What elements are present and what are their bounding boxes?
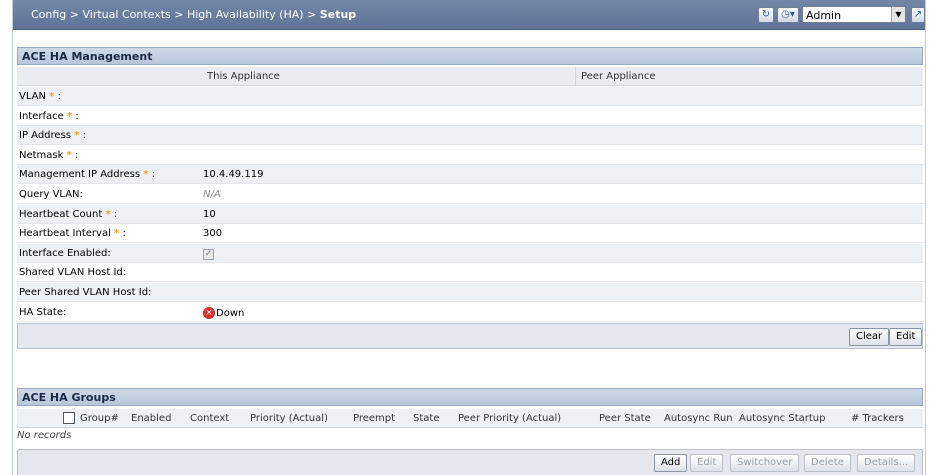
required-star: * [49, 91, 55, 102]
user-select-value: Admin [806, 9, 842, 22]
label-colon: : [75, 110, 79, 122]
label-colon: : [113, 208, 118, 220]
interface-enabled-checkbox: ✓ [203, 248, 214, 260]
ha-row-label-text: HA State: [19, 306, 67, 318]
ha-row: Heartbeat Count * : 10 [17, 204, 923, 224]
ha-row: Interface Enabled: ✓ [17, 243, 923, 263]
ha-state-value: × Down [203, 306, 245, 319]
col-state[interactable]: State [413, 413, 439, 424]
ha-row-label: IP Address * : [19, 130, 86, 141]
details-button[interactable]: Details... [857, 454, 916, 472]
required-star: * [74, 130, 80, 142]
ha-row: Interface * : [17, 107, 923, 126]
ha-state-text: Down [216, 307, 245, 319]
col-peer-appliance: Peer Appliance [581, 71, 656, 82]
ha-row-label-text: Interface Enabled: [19, 247, 111, 259]
label-colon: : [122, 228, 126, 240]
required-star: * [143, 169, 149, 181]
user-select[interactable]: Admin ▼ [802, 6, 906, 23]
ha-groups-grid-header: Group# Enabled Context Priority (Actual)… [17, 409, 923, 428]
ha-row-value: 300 [203, 228, 223, 240]
top-bar: Config > Virtual Contexts > High Availab… [13, 0, 925, 30]
ha-row-label: Query VLAN: [19, 189, 83, 200]
label-colon: : [151, 169, 156, 181]
add-button[interactable]: Add [654, 454, 688, 472]
edit-group-button[interactable]: Edit [690, 454, 724, 472]
delete-button[interactable]: Delete [804, 454, 851, 472]
col-enabled[interactable]: Enabled [131, 413, 171, 424]
breadcrumb-current: Setup [319, 8, 357, 21]
no-records-text: No records [17, 430, 72, 441]
ha-row-label: Shared VLAN Host Id: [19, 267, 126, 278]
ha-row: Management IP Address * : 10.4.49.119 [17, 165, 923, 185]
ha-groups-header: ACE HA Groups [17, 388, 923, 406]
ha-row-label-text: IP Address [19, 130, 71, 142]
ha-row-value: 10.4.49.119 [203, 169, 264, 181]
col-autosync-run[interactable]: Autosync Run [664, 413, 733, 424]
ha-row-label-text: Netmask [19, 149, 64, 161]
refresh-icon[interactable]: ↻ [758, 7, 774, 23]
ha-row-label: Interface * : [19, 111, 79, 122]
col-group[interactable]: Group# [80, 413, 119, 424]
ha-row-label-text: Management IP Address [19, 169, 141, 181]
required-star: * [66, 110, 73, 122]
clock-icon[interactable]: ◷▾ [777, 7, 799, 23]
ha-management-header: ACE HA Management [17, 47, 923, 65]
ha-row-value: 10 [203, 208, 216, 220]
ha-row-label-text: Heartbeat Interval [19, 228, 111, 240]
error-x-icon: × [203, 306, 215, 319]
breadcrumb: Config > Virtual Contexts > High Availab… [31, 8, 356, 21]
label-colon: : [82, 130, 86, 142]
ha-row-label: Netmask * : [19, 150, 78, 161]
ha-row-label-text: Query VLAN: [19, 189, 83, 200]
ha-row-label: Heartbeat Count * : [19, 209, 117, 220]
ha-row-label-text: Shared VLAN Host Id: [19, 267, 127, 279]
edit-button[interactable]: Edit [889, 328, 923, 346]
ha-row: HA State: × Down [17, 303, 923, 322]
ha-row-label-text: VLAN [19, 91, 46, 102]
ha-row-label: Management IP Address * : [19, 169, 155, 180]
label-colon: : [75, 149, 79, 161]
ha-row: Query VLAN: N/A [17, 185, 923, 204]
ha-row: IP Address * : [17, 126, 923, 146]
chevron-down-icon[interactable]: ▼ [891, 7, 905, 22]
checkbox-checked-icon: ✓ [203, 248, 214, 260]
label-colon: : [57, 91, 61, 102]
ha-row: Shared VLAN Host Id: [17, 263, 923, 283]
col-priority[interactable]: Priority (Actual) [250, 413, 328, 424]
ha-row: Netmask * : [17, 146, 923, 165]
col-autosync-startup[interactable]: Autosync Startup [739, 413, 825, 424]
ha-groups-button-bar: Add Edit Switchover Delete Details... [17, 449, 923, 475]
ha-row-label: Interface Enabled: [19, 248, 111, 259]
column-divider [575, 67, 576, 86]
breadcrumb-path: Config > Virtual Contexts > High Availab… [31, 8, 317, 21]
ha-row-label-text: Heartbeat Count [19, 208, 103, 220]
ha-row-label-text: Peer Shared VLAN Host Id: [19, 287, 152, 298]
ha-management-column-header: This Appliance Peer Appliance [17, 67, 923, 86]
col-this-appliance: This Appliance [207, 71, 280, 82]
col-context[interactable]: Context [190, 413, 229, 424]
required-star: * [66, 149, 72, 161]
ha-row: Peer Shared VLAN Host Id: [17, 283, 923, 302]
clear-button[interactable]: Clear [849, 328, 890, 346]
required-star: * [114, 228, 120, 240]
ha-row-label: HA State: [19, 307, 66, 318]
ha-row-label: Heartbeat Interval * : [19, 228, 126, 239]
ha-row-label-text: Interface [19, 110, 64, 122]
ha-management-button-bar: Clear Edit [17, 323, 923, 349]
popout-icon[interactable]: ↗ [911, 7, 925, 23]
ha-row: VLAN * : [17, 87, 923, 106]
required-star: * [105, 208, 111, 220]
ha-row: Heartbeat Interval * : 300 [17, 224, 923, 244]
page-frame: Config > Virtual Contexts > High Availab… [12, 0, 926, 475]
select-all-checkbox[interactable] [63, 412, 75, 424]
switchover-button[interactable]: Switchover [730, 454, 800, 472]
col-peer-state[interactable]: Peer State [599, 413, 651, 424]
ha-row-label: VLAN * : [19, 91, 61, 102]
col-peer-priority[interactable]: Peer Priority (Actual) [458, 413, 561, 424]
col-preempt[interactable]: Preempt [353, 413, 395, 424]
ha-row-value: N/A [203, 189, 221, 200]
col-trackers[interactable]: # Trackers [851, 413, 904, 424]
ha-row-label: Peer Shared VLAN Host Id: [19, 287, 151, 298]
